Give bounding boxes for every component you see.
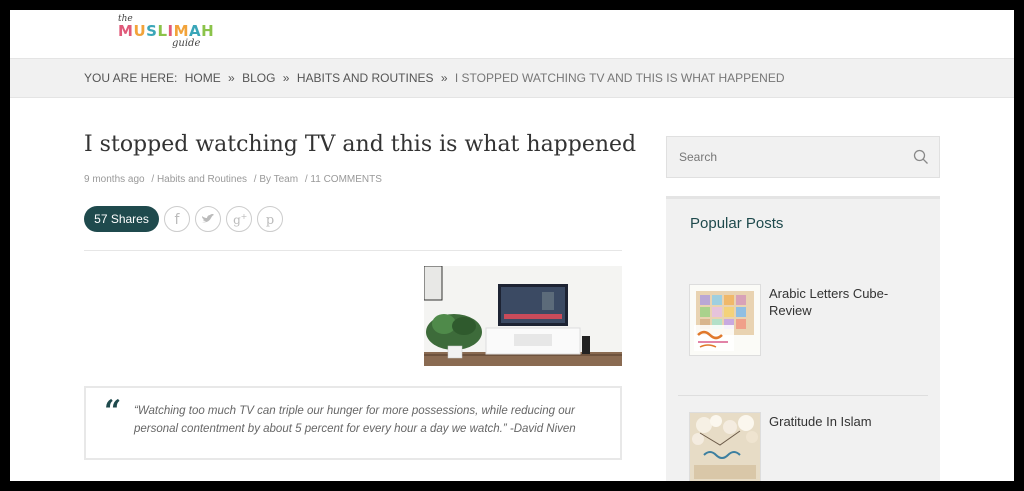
logo-letter: U (133, 22, 147, 40)
quote-text: “Watching too much TV can triple our hun… (134, 405, 576, 435)
popular-post-title[interactable]: Gratitude In Islam (769, 413, 919, 430)
google-plus-icon[interactable]: g + (226, 206, 252, 232)
blockquote: “ “Watching too much TV can triple our h… (84, 386, 622, 460)
breadcrumb-separator: » (282, 71, 290, 85)
post-comments-link[interactable]: / 11 COMMENTS (305, 174, 382, 185)
divider (84, 250, 622, 251)
post-category-link[interactable]: / Habits and Routines (151, 174, 247, 185)
facebook-icon[interactable]: f (164, 206, 190, 232)
popular-posts-widget: Popular Posts Arabic Letters Cube-Review… (666, 196, 940, 481)
logo-letter: H (201, 22, 215, 40)
divider (678, 395, 928, 396)
page: the MUSLIMAH guide YOU ARE HERE: HOME » … (10, 10, 1014, 481)
breadcrumb-habits-and-routines[interactable]: HABITS AND ROUTINES (297, 71, 434, 85)
search-input[interactable] (667, 137, 897, 177)
logo-letter: M (118, 22, 134, 40)
breadcrumb-prefix: YOU ARE HERE: (84, 71, 178, 85)
tv-room-image (424, 266, 622, 366)
search-box (666, 136, 940, 178)
logo-letter: S (146, 22, 158, 40)
popular-post-item[interactable]: Gratitude In Islam (690, 413, 930, 481)
popular-posts-heading: Popular Posts (690, 215, 784, 232)
logo-guide: guide (172, 38, 201, 49)
breadcrumb: YOU ARE HERE: HOME » BLOG » HABITS AND R… (84, 71, 788, 85)
svg-text:+: + (241, 212, 248, 221)
site-logo[interactable]: the MUSLIMAH guide (116, 14, 216, 54)
pinterest-icon[interactable]: p (257, 206, 283, 232)
quote-mark-icon: “ (104, 394, 122, 429)
svg-text:f: f (175, 212, 181, 228)
twitter-icon[interactable] (195, 206, 221, 232)
gratitude-thumbnail[interactable] (690, 413, 760, 481)
breadcrumb-bar: YOU ARE HERE: HOME » BLOG » HABITS AND R… (10, 58, 1014, 98)
post-title: I stopped watching TV and this is what h… (84, 132, 637, 157)
search-icon[interactable] (913, 149, 929, 165)
breadcrumb-separator: » (440, 71, 448, 85)
svg-text:p: p (266, 213, 274, 228)
post-author-link[interactable]: / By Team (254, 174, 298, 185)
breadcrumb-blog[interactable]: BLOG (242, 71, 275, 85)
breadcrumb-separator: » (228, 71, 235, 85)
breadcrumb-home[interactable]: HOME (185, 71, 221, 85)
shares-count-badge[interactable]: 57 Shares (84, 206, 159, 232)
popular-post-title[interactable]: Arabic Letters Cube-Review (769, 285, 919, 319)
arabic-letters-thumbnail[interactable] (690, 285, 760, 355)
breadcrumb-current: I STOPPED WATCHING TV AND THIS IS WHAT H… (454, 71, 785, 85)
logo-letter: L (157, 22, 168, 40)
post-date: 9 months ago (84, 174, 145, 185)
post-meta: 9 months ago / Habits and Routines / By … (84, 174, 386, 185)
popular-post-item[interactable]: Arabic Letters Cube-Review (690, 285, 930, 365)
